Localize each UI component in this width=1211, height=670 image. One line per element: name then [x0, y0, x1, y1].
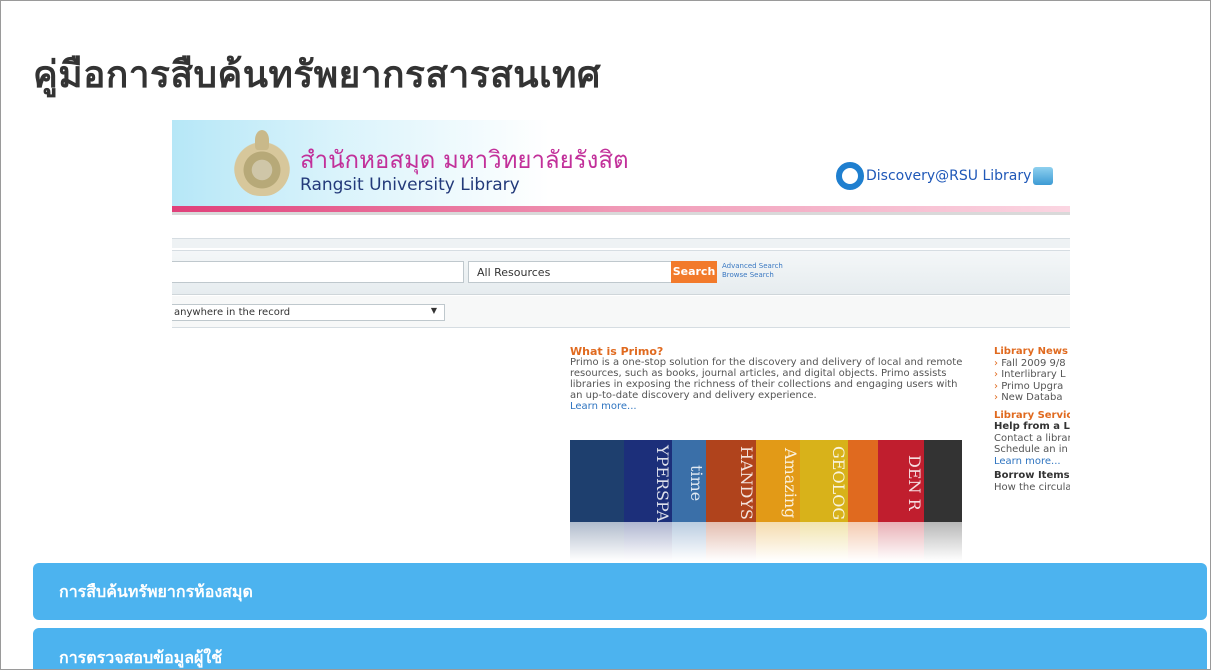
library-screenshot: สำนักหอสมุด มหาวิทยาลัยรังสิต Rangsit Un…: [172, 120, 1070, 561]
news-item[interactable]: Fall 2009 9/8: [994, 358, 1070, 370]
book-spine: GEOLOG: [800, 440, 848, 522]
book-spine: [570, 440, 624, 522]
search-button[interactable]: Search: [671, 261, 717, 283]
browse-search-link[interactable]: Browse Search: [722, 271, 783, 280]
accordion-library-search[interactable]: การสืบค้นทรัพยากรห้องสมุด: [33, 563, 1207, 620]
services-heading: Library Servic: [994, 409, 1070, 421]
discovery-logo: Discovery@RSU Library: [836, 162, 1054, 190]
services-learn-more-link[interactable]: Learn more...: [994, 456, 1070, 468]
library-name-thai: สำนักหอสมุด มหาวิทยาลัยรังสิต: [300, 146, 629, 174]
primo-learn-more-link[interactable]: Learn more...: [570, 401, 968, 412]
book-spine: time: [672, 440, 706, 522]
field-select-value: anywhere in the record: [174, 307, 291, 318]
accordion-user-account[interactable]: การตรวจสอบข้อมูลผู้ใช้: [33, 628, 1207, 669]
news-item[interactable]: New Databa: [994, 392, 1070, 404]
books-image: YPERSPA time HANDYS Amazing GEOLOG DEN R: [570, 440, 962, 561]
search-links: Advanced Search Browse Search: [722, 262, 783, 280]
book-spine: HANDYS: [706, 440, 756, 522]
library-news: Library News Fall 2009 9/8 Interlibrary …: [994, 346, 1070, 493]
book-spine: Amazing: [756, 440, 800, 522]
advanced-search-link[interactable]: Advanced Search: [722, 262, 783, 271]
primo-info: What is Primo? Primo is a one-stop solut…: [570, 346, 968, 412]
book-reflection: [570, 522, 624, 561]
book-reflection: [848, 522, 878, 561]
field-select[interactable]: anywhere in the record ▼: [172, 304, 445, 321]
book-spine: [848, 440, 878, 522]
nav-bar: [172, 238, 1070, 248]
news-heading: Library News: [994, 346, 1068, 357]
search-input[interactable]: [172, 261, 464, 283]
book-spine: DEN R: [878, 440, 924, 522]
primo-heading: What is Primo?: [570, 345, 664, 358]
book-reflection: [706, 522, 756, 561]
page-frame: คู่มือการสืบค้นทรัพยากรสารสนเทศ สำนักหอส…: [0, 0, 1211, 670]
page-title: คู่มือการสืบค้นทรัพยากรสารสนเทศ: [33, 53, 602, 96]
borrow-heading: Borrow Items: [994, 470, 1070, 481]
discovery-logo-text: Discovery@RSU Library: [866, 168, 1032, 184]
news-item[interactable]: Primo Upgra: [994, 381, 1070, 393]
scope-select[interactable]: All Resources ⌄: [468, 261, 695, 283]
help-heading: Help from a Li: [994, 421, 1070, 432]
book-reflection: [924, 522, 962, 561]
banner-divider-gray: [172, 212, 1070, 215]
scope-select-value: All Resources: [477, 266, 551, 279]
book-spine: [924, 440, 962, 522]
book-reflection: [624, 522, 672, 561]
help-line: Contact a librar: [994, 432, 1070, 444]
primo-description: Primo is a one-stop solution for the dis…: [570, 357, 963, 401]
computer-icon: [1033, 167, 1054, 185]
magnifier-icon: [836, 162, 864, 190]
borrow-line: How the circula: [994, 481, 1070, 493]
help-line: Schedule an in: [994, 444, 1068, 455]
book-reflection: [756, 522, 800, 561]
chevron-down-icon: ▼: [430, 306, 437, 315]
seal-flame-icon: [255, 130, 269, 150]
news-item[interactable]: Interlibrary L: [994, 369, 1070, 381]
library-name-english: Rangsit University Library: [300, 175, 520, 195]
book-reflection: [878, 522, 924, 561]
book-spine: YPERSPA: [624, 440, 672, 522]
book-reflection: [800, 522, 848, 561]
book-reflection: [672, 522, 706, 561]
